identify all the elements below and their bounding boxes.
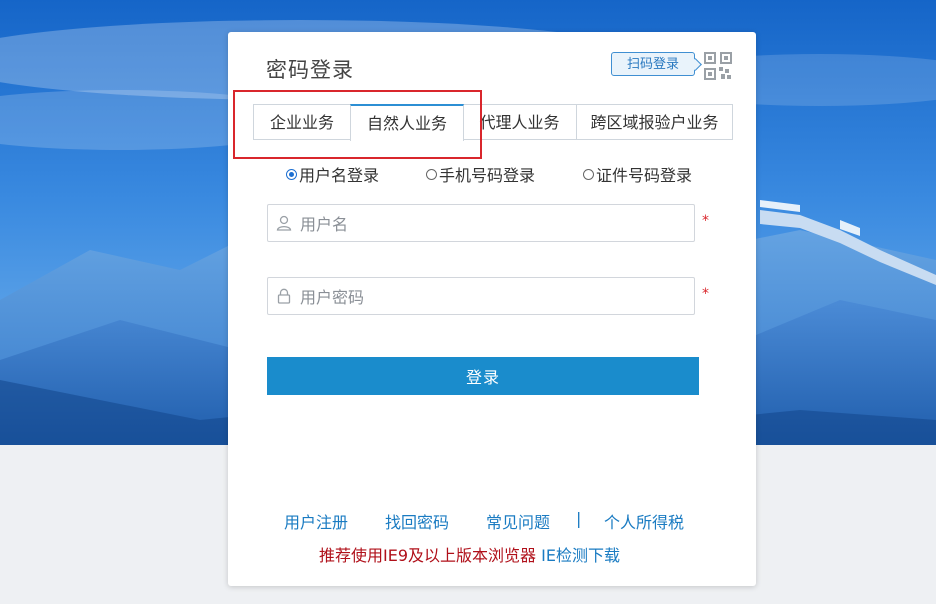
username-field — [267, 204, 695, 243]
radio-label: 用户名登录 — [299, 166, 380, 185]
login-button[interactable]: 登录 — [267, 357, 699, 395]
link-separator: | — [576, 509, 582, 528]
login-card: 密码登录 扫码登录 企业业务 自然人业务 代理人业务 跨区域报验户业务 用户名登… — [228, 32, 756, 586]
required-mark: * — [702, 213, 709, 229]
username-input[interactable] — [298, 205, 692, 243]
card-title: 密码登录 — [266, 58, 354, 82]
radio-unchecked-icon[interactable] — [583, 168, 594, 180]
qr-code-icon[interactable] — [704, 52, 732, 80]
radio-username-login[interactable]: 用户名登录 — [286, 162, 379, 186]
radio-phone-login[interactable]: 手机号码登录 — [426, 162, 535, 186]
password-input[interactable] — [298, 278, 692, 316]
browser-notice: 推荐使用IE9及以上版本浏览器 IE检测下载 — [319, 542, 620, 566]
radio-checked-icon[interactable] — [286, 168, 297, 180]
register-link[interactable]: 用户注册 — [284, 509, 348, 533]
recover-password-link[interactable]: 找回密码 — [385, 509, 449, 533]
browser-notice-text: 推荐使用IE9及以上版本浏览器 — [319, 546, 537, 565]
personal-income-tax-link[interactable]: 个人所得税 — [604, 509, 684, 533]
radio-id-login[interactable]: 证件号码登录 — [583, 162, 692, 186]
radio-label: 手机号码登录 — [439, 166, 536, 185]
radio-label: 证件号码登录 — [596, 166, 693, 185]
faq-link[interactable]: 常见问题 — [486, 509, 550, 533]
user-icon — [276, 215, 292, 231]
qr-login-tip[interactable]: 扫码登录 — [611, 52, 695, 76]
tab-cross-region[interactable]: 跨区域报验户业务 — [576, 104, 733, 140]
radio-unchecked-icon[interactable] — [426, 168, 437, 180]
highlight-annotation — [233, 90, 482, 159]
password-field — [267, 277, 695, 316]
required-mark: * — [702, 286, 709, 302]
lock-icon — [277, 288, 291, 304]
ie-check-download-link[interactable]: IE检测下载 — [541, 546, 620, 565]
